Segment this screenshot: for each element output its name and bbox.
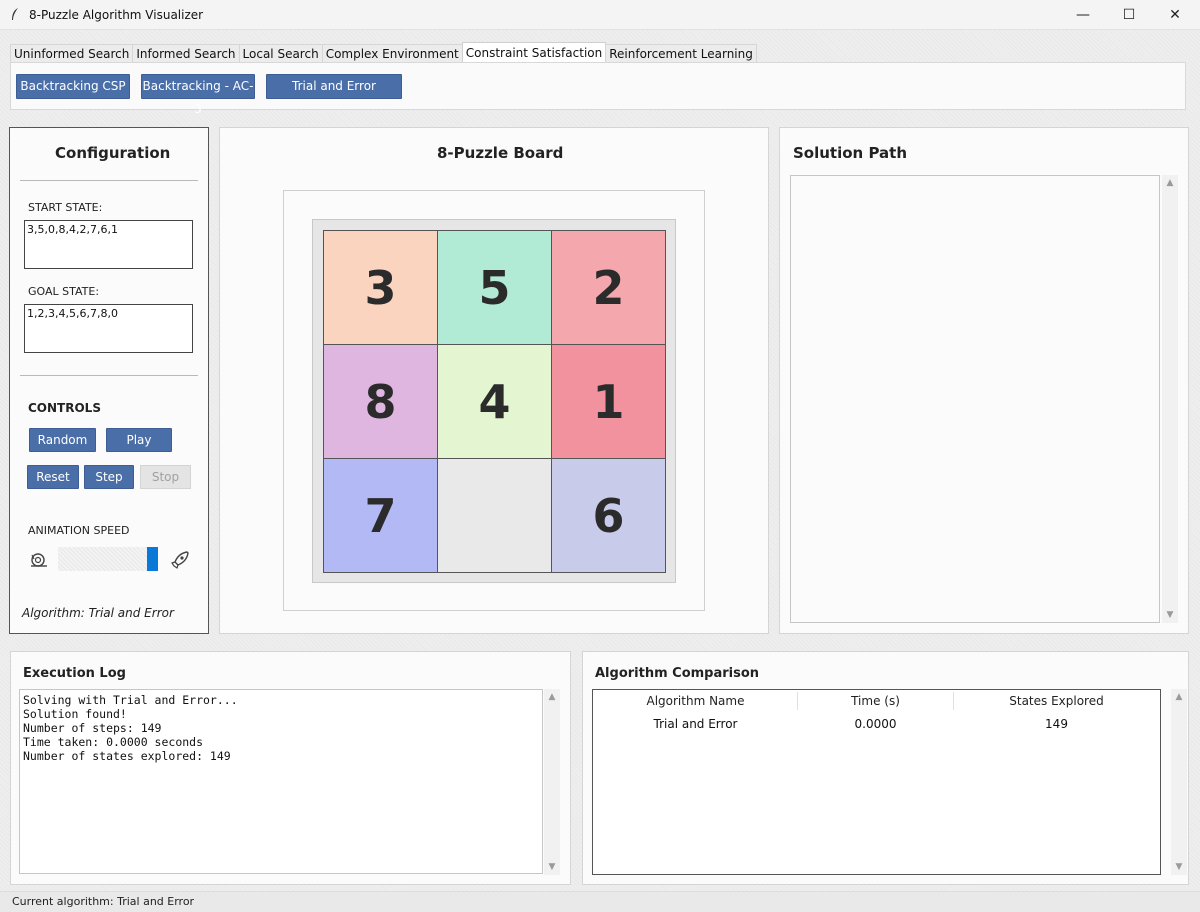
goal-state-input[interactable]: 1,2,3,4,5,6,7,8,0: [24, 304, 193, 353]
tab-complex-environment[interactable]: Complex Environment: [321, 44, 463, 63]
rocket-icon: [170, 551, 190, 572]
scroll-down-icon[interactable]: ▼: [1171, 862, 1187, 872]
board-title: 8-Puzzle Board: [437, 144, 564, 162]
status-bar: Current algorithm: Trial and Error: [0, 891, 1200, 912]
controls-label: CONTROLS: [28, 401, 101, 415]
tab-uninformed-search[interactable]: Uninformed Search: [10, 44, 134, 63]
divider: [20, 375, 198, 376]
configuration-title: Configuration: [55, 144, 171, 162]
backtracking-ac3-button[interactable]: Backtracking - AC-3: [141, 74, 255, 116]
divider: [20, 180, 198, 181]
tile[interactable]: 6: [551, 458, 666, 573]
log-line: Number of states explored: 149: [23, 749, 231, 763]
tab-reinforcement-learning[interactable]: Reinforcement Learning: [605, 44, 757, 63]
tab-informed-search[interactable]: Informed Search: [132, 44, 240, 63]
feather-icon: [10, 7, 20, 25]
table-cell: Trial and Error: [653, 717, 738, 731]
tile[interactable]: 3: [323, 230, 438, 345]
play-button[interactable]: Play: [106, 428, 172, 452]
log-line: Solving with Trial and Error...: [23, 693, 238, 707]
tile[interactable]: 1: [551, 344, 666, 459]
comparison-title: Algorithm Comparison: [595, 666, 760, 681]
close-button[interactable]: ✕: [1152, 0, 1198, 30]
column-header-time[interactable]: Time (s): [798, 690, 953, 712]
tab-bar: Uninformed Search Informed Search Local …: [10, 42, 757, 63]
empty-tile[interactable]: [437, 458, 552, 573]
animation-speed-label: ANIMATION SPEED: [28, 524, 130, 537]
log-line: Time taken: 0.0000 seconds: [23, 735, 204, 749]
tab-constraint-satisfaction[interactable]: Constraint Satisfaction: [461, 42, 607, 63]
execution-log-text[interactable]: Solving with Trial and Error... Solution…: [19, 689, 543, 874]
start-state-input[interactable]: 3,5,0,8,4,2,7,6,1: [24, 220, 193, 269]
tile[interactable]: 8: [323, 344, 438, 459]
scroll-down-icon[interactable]: ▼: [1162, 610, 1178, 620]
slider-thumb[interactable]: [147, 547, 158, 571]
step-button[interactable]: Step: [84, 465, 134, 489]
goal-state-label: GOAL STATE:: [28, 285, 100, 298]
animation-speed-slider[interactable]: [58, 547, 158, 571]
scroll-up-icon[interactable]: ▲: [544, 692, 560, 702]
minimize-button[interactable]: —: [1060, 0, 1106, 30]
scroll-down-icon[interactable]: ▼: [544, 862, 560, 872]
table-cell: 149: [1045, 717, 1068, 731]
table-cell: 0.0000: [854, 717, 897, 731]
tab-local-search[interactable]: Local Search: [238, 44, 323, 63]
solution-path-list[interactable]: [790, 175, 1160, 623]
log-scrollbar[interactable]: [544, 689, 560, 875]
scroll-up-icon[interactable]: ▲: [1171, 692, 1187, 702]
random-button[interactable]: Random: [29, 428, 96, 452]
trial-and-error-button[interactable]: Trial and Error: [266, 74, 402, 99]
tile[interactable]: 7: [323, 458, 438, 573]
reset-button[interactable]: Reset: [27, 465, 79, 489]
snail-icon: [29, 551, 49, 572]
comparison-scrollbar[interactable]: [1171, 689, 1187, 875]
stop-button[interactable]: Stop: [140, 465, 191, 489]
scroll-up-icon[interactable]: ▲: [1162, 178, 1178, 188]
title-bar: 8-Puzzle Algorithm Visualizer — ☐ ✕: [0, 0, 1200, 30]
log-line: Solution found!: [23, 707, 127, 721]
start-state-label: START STATE:: [28, 201, 103, 214]
log-line: Number of steps: 149: [23, 721, 162, 735]
algorithm-note: Algorithm: Trial and Error: [22, 606, 174, 620]
status-text: Current algorithm: Trial and Error: [12, 895, 195, 908]
tile[interactable]: 5: [437, 230, 552, 345]
tile[interactable]: 4: [437, 344, 552, 459]
maximize-button[interactable]: ☐: [1106, 0, 1152, 30]
column-header-states[interactable]: States Explored: [954, 690, 1159, 712]
column-header-algorithm[interactable]: Algorithm Name: [594, 690, 797, 712]
execution-log-title: Execution Log: [23, 666, 126, 681]
solution-scrollbar[interactable]: [1162, 175, 1178, 623]
window-title: 8-Puzzle Algorithm Visualizer: [29, 8, 204, 22]
backtracking-csp-button[interactable]: Backtracking CSP: [16, 74, 130, 99]
solution-title: Solution Path: [793, 144, 908, 162]
tile[interactable]: 2: [551, 230, 666, 345]
algorithm-bar: Backtracking CSP Backtracking - AC-3 Tri…: [10, 62, 1186, 116]
